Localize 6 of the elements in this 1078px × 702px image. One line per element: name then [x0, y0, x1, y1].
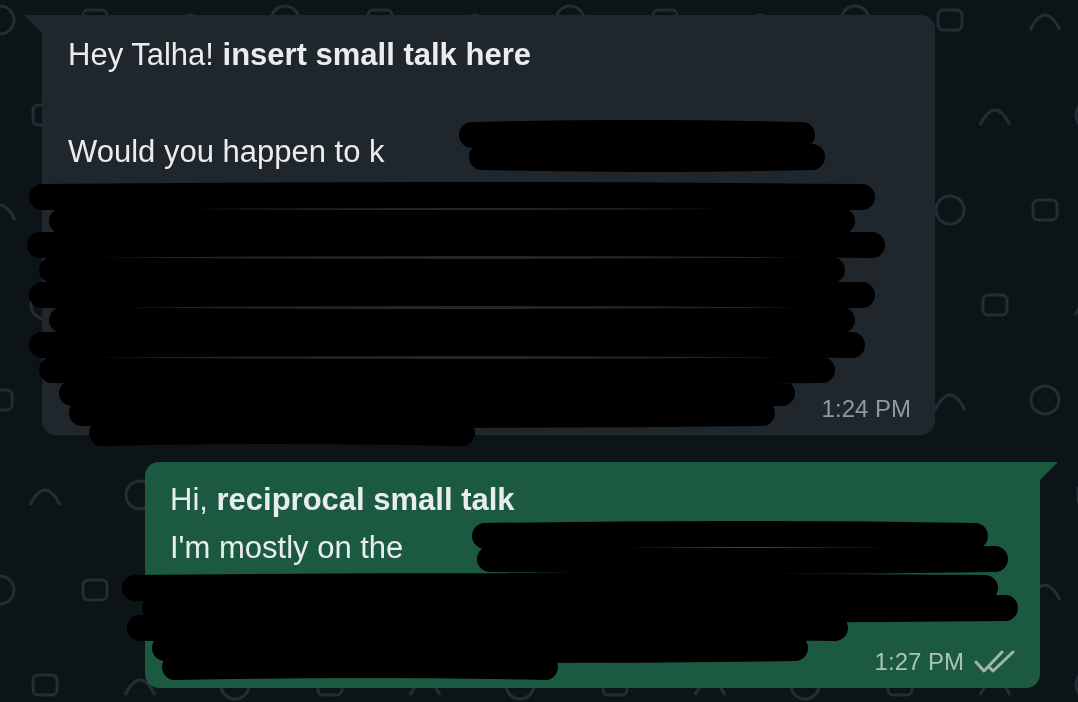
- message-time: 1:24 PM: [821, 395, 911, 423]
- message-time: 1:27 PM: [874, 648, 964, 676]
- message-text: Hey Talha! insert small talk here: [68, 36, 531, 74]
- message-text: Would you happen to k: [68, 133, 385, 171]
- message-text: I'm mostly on the: [170, 529, 404, 567]
- message-text: Hi, reciprocal small talk: [170, 481, 515, 519]
